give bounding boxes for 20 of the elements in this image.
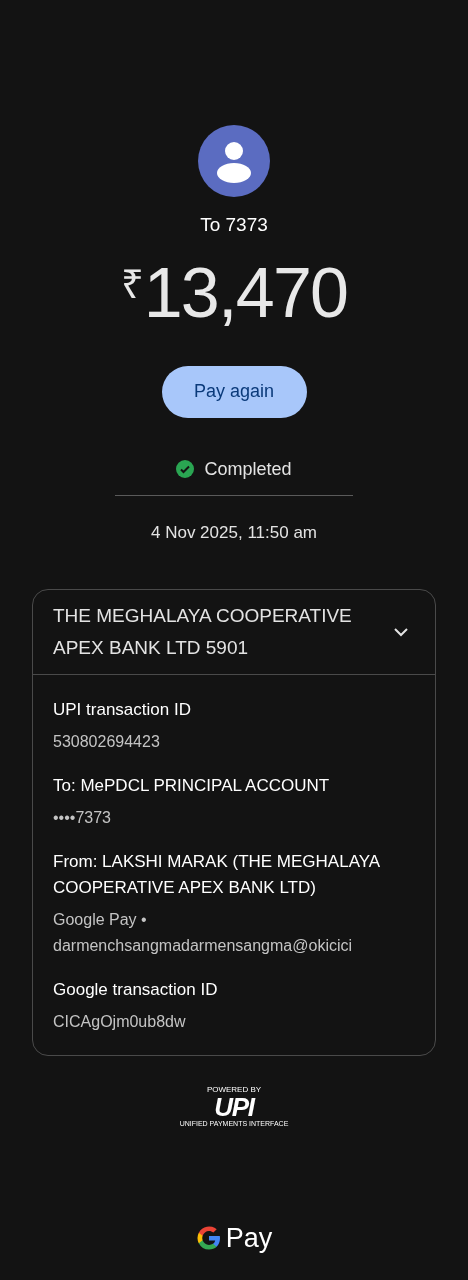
detail-value: Google Pay • — [53, 910, 148, 930]
detail-label: Google transaction ID — [53, 979, 219, 1001]
amount-text: ₹13,470 — [120, 257, 348, 328]
detail-label: To: MePDCL PRINCIPAL ACCOUNT — [53, 775, 331, 797]
account-header[interactable]: THE MEGHALAYA COOPERATIVE APEX BANK LTD 5901 — [33, 590, 435, 675]
detail-label: UPI transaction ID — [53, 699, 192, 721]
recipient-label: To 7373 — [200, 213, 268, 237]
detail-value: CICAgOjm0ub8dw — [53, 1012, 187, 1032]
detail-label: From: LAKSHI MARAK (THE MEGHALAYA COOPERATIVE APEX BANK LTD) — [53, 851, 381, 899]
bank-name: THE MEGHALAYA COOPERATIVE APEX BANK LTD 5901 — [53, 604, 353, 660]
pay-again-button[interactable]: Pay again — [161, 365, 307, 418]
detail-value: 530802694423 — [53, 732, 161, 752]
check-circle-icon — [176, 460, 195, 478]
google-g-icon — [195, 1224, 222, 1251]
pay-brand-text: Pay — [225, 1221, 273, 1255]
detail-value: ••••7373 — [53, 808, 112, 828]
transaction-date: 4 Nov 2025, 11:50 am — [151, 521, 317, 544]
detail-value: darmenchsangmadarmensangma@okicici — [53, 936, 354, 956]
avatar-icon — [198, 125, 270, 197]
status-label: Completed — [204, 457, 292, 481]
